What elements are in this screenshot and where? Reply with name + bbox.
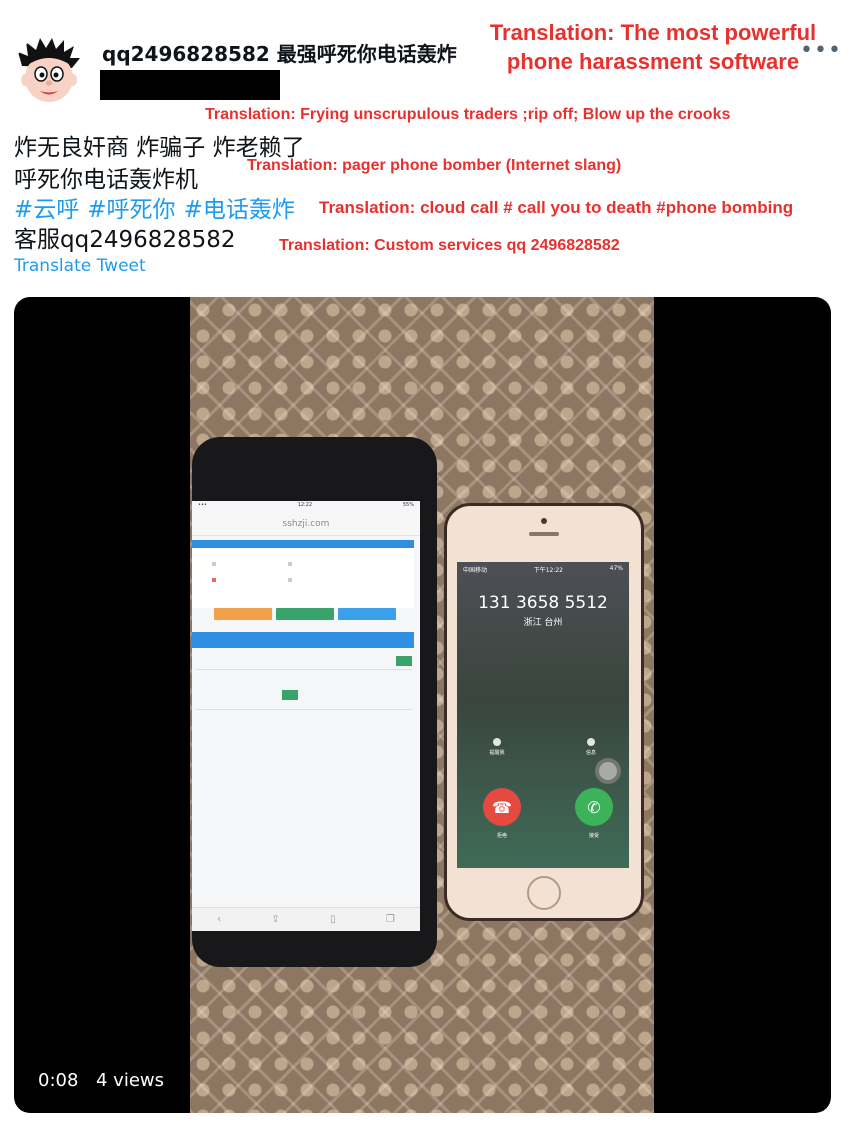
message-label: 信息	[585, 750, 596, 756]
status-dot	[212, 562, 216, 566]
share-icon: ⇪	[271, 914, 280, 925]
front-camera	[541, 518, 547, 524]
blue-button	[338, 608, 396, 620]
input-row	[196, 654, 412, 670]
annotation-line-4: Translation: Custom services qq 24968285…	[279, 237, 620, 254]
video-frame: ••• 12:22 55% sshzji.com ‹ ⇪ ▯ ❐ 中国移动 下午…	[190, 297, 654, 1113]
annotation-line-3: Translation: cloud call # call you to de…	[319, 198, 794, 217]
video-timestamp: 0:08	[38, 1070, 79, 1091]
home-button	[527, 876, 561, 910]
page-header-bar	[192, 540, 414, 548]
tweet-text-line-2: 呼死你电话轰炸机	[14, 167, 198, 193]
cartoon-avatar-icon	[14, 36, 84, 106]
green-button	[276, 608, 334, 620]
video-view-count: 4 views	[96, 1070, 165, 1091]
carrier-label: 中国移动	[463, 567, 488, 574]
orange-button	[214, 608, 272, 620]
right-phone: 中国移动 下午12:22 47% 131 3658 5512 浙江 台州 提醒我…	[444, 503, 644, 921]
tweet-text-line-1: 炸无良奸商 炸骗子 炸老赖了	[14, 135, 305, 161]
left-phone-status-time: 12:22	[297, 502, 313, 508]
action-buttons	[192, 608, 420, 620]
remind-me-option: 提醒我	[477, 738, 517, 756]
annotation-line-1: Translation: Frying unscrupulous traders…	[205, 106, 731, 123]
record-table	[196, 674, 412, 710]
tweet-contact-line: 客服qq2496828582	[14, 227, 236, 253]
incoming-call-screen: 中国移动 下午12:22 47% 131 3658 5512 浙江 台州 提醒我…	[457, 562, 629, 868]
earpiece	[529, 532, 559, 536]
caller-number: 131 3658 5512	[478, 593, 608, 613]
accept-call-icon: ✆	[575, 788, 613, 826]
address-bar: sshzji.com	[192, 511, 420, 536]
translate-tweet-link[interactable]: Translate Tweet	[14, 256, 146, 276]
section-bar	[192, 632, 414, 648]
display-name[interactable]: qq2496828582 最强呼死你电话轰炸	[102, 38, 457, 67]
browser-toolbar: ‹ ⇪ ▯ ❐	[192, 907, 420, 931]
message-icon	[587, 738, 595, 746]
go-button	[396, 656, 412, 666]
status-card	[192, 548, 414, 608]
left-phone-battery: 55%	[402, 502, 414, 508]
remind-label: 提醒我	[489, 750, 505, 756]
tabs-icon: ❐	[385, 914, 395, 925]
tweet-hashtags: #云呼 #呼死你 #电话轰炸	[14, 190, 303, 224]
right-phone-status-bar: 中国移动 下午12:22 47%	[457, 562, 629, 577]
back-icon: ‹	[217, 914, 222, 925]
message-option: 信息	[571, 738, 611, 756]
accept-label: 接受	[588, 833, 599, 839]
annotation-title: Translation: The most powerful phone har…	[489, 20, 817, 74]
right-phone-battery: 47%	[609, 565, 623, 572]
alarm-icon	[493, 738, 501, 746]
status-dot	[288, 562, 292, 566]
status-dot	[212, 578, 216, 582]
redacted-handle	[100, 70, 280, 100]
bookmarks-icon: ▯	[330, 914, 336, 925]
avatar[interactable]	[14, 36, 84, 106]
caller-location: 浙江 台州	[523, 618, 563, 628]
left-phone-status-bar: ••• 12:22 55%	[192, 501, 420, 511]
right-phone-status-time: 下午12:22	[533, 567, 563, 574]
decline-call-icon: ☎	[483, 788, 521, 826]
left-phone-screen: ••• 12:22 55% sshzji.com ‹ ⇪ ▯ ❐	[192, 501, 420, 931]
signal-icon: •••	[198, 502, 207, 508]
decline-label: 拒绝	[496, 833, 507, 839]
video-player[interactable]: ••• 12:22 55% sshzji.com ‹ ⇪ ▯ ❐ 中国移动 下午…	[14, 297, 831, 1113]
left-phone: ••• 12:22 55% sshzji.com ‹ ⇪ ▯ ❐	[192, 437, 437, 967]
status-dot	[288, 578, 292, 582]
table-green-button	[282, 690, 298, 700]
assistive-touch-icon	[595, 758, 621, 784]
